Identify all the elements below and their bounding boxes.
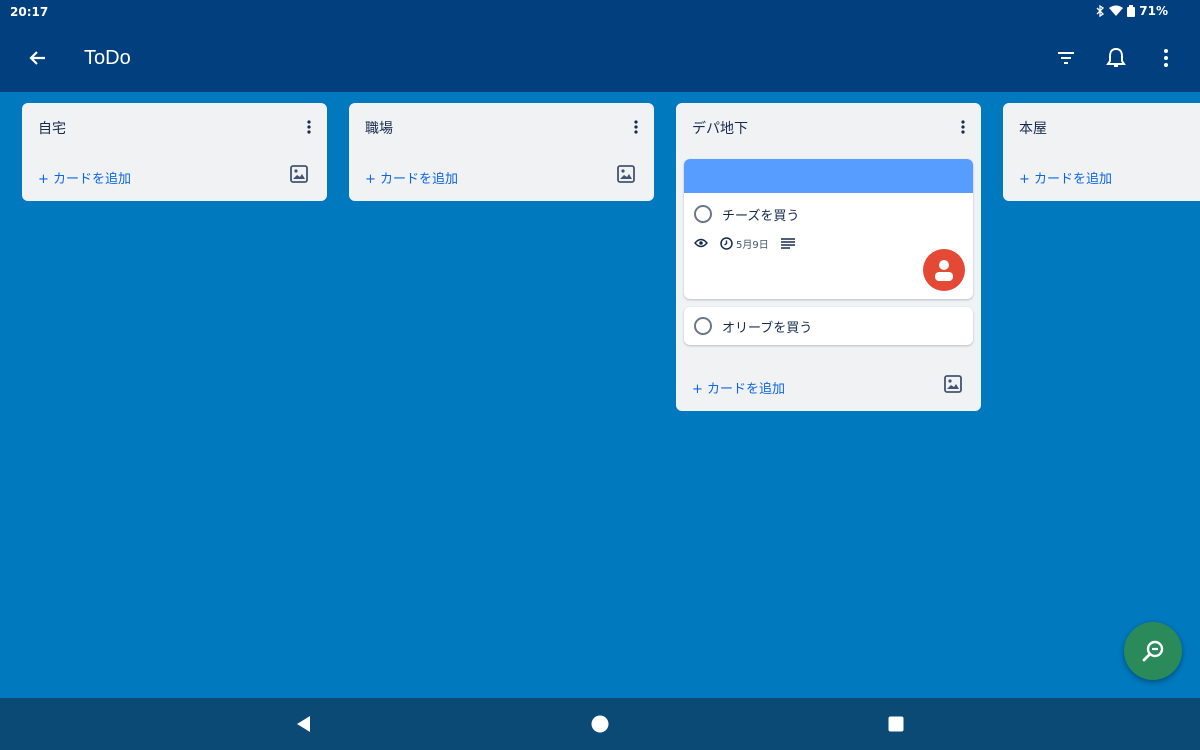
list-shokuba: 職場 + カードを追加 [349,103,654,201]
list-header: 本屋 [1003,103,1200,151]
nav-recents-button[interactable] [884,712,908,736]
zoom-out-button[interactable] [1124,622,1182,680]
list-title: 自宅 [38,121,66,137]
square-recents-icon [888,716,904,732]
system-nav-bar [0,698,1200,750]
more-vert-icon [634,120,638,134]
card-list: チーズを買う 5月9日 オリーブを買う [676,151,981,361]
person-icon [935,260,953,281]
battery-level: 71% [1139,4,1168,18]
add-card-button[interactable]: + カードを追加 [365,168,458,187]
arrow-left-icon [29,51,45,65]
more-vert-icon [961,120,965,134]
status-icons: 71% [1095,4,1168,18]
add-card-button[interactable]: + カードを追加 [692,378,785,397]
board: 自宅 + カードを追加 職場 + カードを追加 デパ地下 チーズを買う 5月9日… [0,92,1200,698]
filter-icon [1058,52,1074,64]
card-badges: 5月9日 [684,233,973,253]
card-title: チーズを買う [722,208,800,224]
back-button[interactable] [18,38,58,78]
list-menu-button[interactable] [624,115,648,139]
card-cover [684,159,973,193]
more-vert-icon [1164,49,1168,67]
list-footer: + カードを追加 [349,151,654,201]
add-card-button[interactable]: + カードを追加 [1019,168,1112,187]
add-card-button[interactable]: + カードを追加 [38,168,131,187]
due-date-text: 5月9日 [736,239,769,251]
image-icon[interactable] [616,164,636,184]
status-bar: 20:17 71% [0,0,1200,24]
clock-icon [720,236,733,250]
bluetooth-icon [1096,5,1105,17]
image-icon[interactable] [289,164,309,184]
list-header: 職場 [349,103,654,151]
card-cheese[interactable]: チーズを買う 5月9日 [684,159,973,299]
page-title: ToDo [84,47,131,69]
filter-button[interactable] [1046,38,1086,78]
more-vert-icon [307,120,311,134]
due-date-badge: 5月9日 [720,236,769,251]
image-icon[interactable] [943,374,963,394]
list-jitaku: 自宅 + カードを追加 [22,103,327,201]
list-title: デパ地下 [692,121,748,137]
zoom-out-icon [1142,640,1164,662]
description-icon [780,237,795,249]
complete-checkbox[interactable] [694,317,712,335]
list-footer: + カードを追加 [1003,151,1200,201]
avatar[interactable] [923,249,965,291]
triangle-back-icon [297,716,310,732]
battery-icon [1127,5,1136,17]
nav-back-button[interactable] [292,712,316,736]
wifi-icon [1109,5,1124,16]
list-title: 職場 [365,121,393,137]
status-time: 20:17 [10,5,49,19]
circle-home-icon [591,715,609,733]
list-menu-button[interactable] [297,115,321,139]
list-depachika: デパ地下 チーズを買う 5月9日 オリーブを買う + カードを追加 [676,103,981,411]
bell-icon [1106,47,1126,67]
list-title: 本屋 [1019,121,1047,137]
list-header: デパ地下 [676,103,981,151]
card-olive[interactable]: オリーブを買う [684,307,973,345]
list-honya: 本屋 + カードを追加 [1003,103,1200,201]
app-bar: ToDo [0,24,1200,92]
card-title: オリーブを買う [722,320,813,336]
list-menu-button[interactable] [951,115,975,139]
complete-checkbox[interactable] [694,205,712,223]
list-footer: + カードを追加 [676,361,981,411]
notifications-button[interactable] [1096,38,1136,78]
list-footer: + カードを追加 [22,151,327,201]
nav-home-button[interactable] [588,712,612,736]
list-header: 自宅 [22,103,327,151]
more-options-button[interactable] [1146,38,1186,78]
eye-icon [694,238,708,248]
